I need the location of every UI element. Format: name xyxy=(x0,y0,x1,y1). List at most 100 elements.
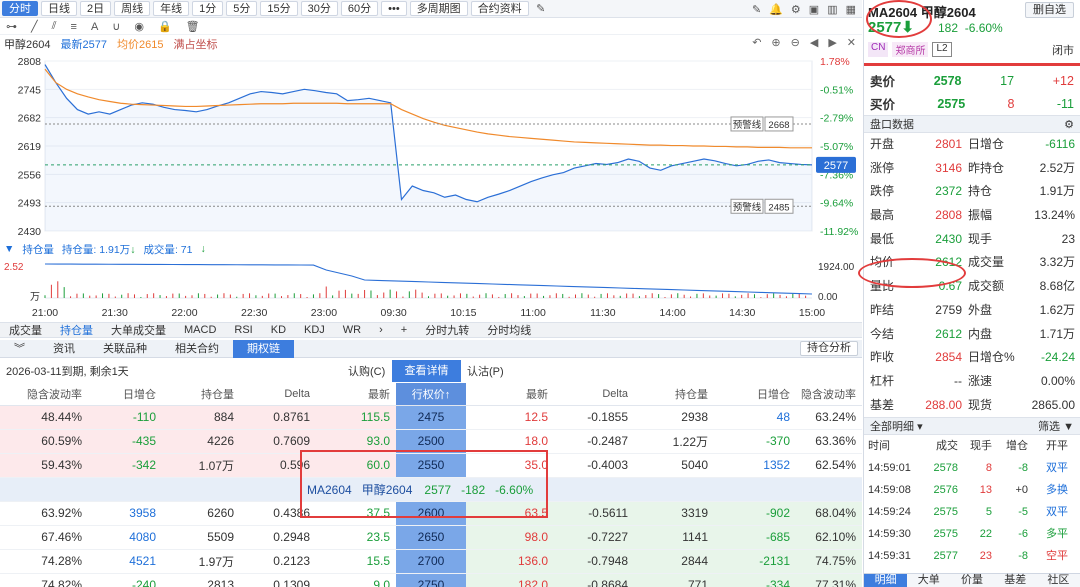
stat-label: 现货 xyxy=(968,397,993,412)
option-col-header[interactable]: 持仓量 xyxy=(162,383,240,406)
current-price-text: 2577 xyxy=(824,160,848,172)
tab-2day[interactable]: 2日 xyxy=(80,1,112,16)
intraday-chart[interactable]: 2808 2745 2682 2619 2556 2493 2430 1.78% -0.51% -… xyxy=(0,52,862,242)
alert-line-value: 2485 xyxy=(768,202,789,213)
alert-label[interactable]: 预警线 2668 xyxy=(730,116,794,132)
next-icon[interactable]: ▶ xyxy=(828,36,836,49)
option-cell: 74.75% xyxy=(796,549,862,574)
option-col-header[interactable]: Delta xyxy=(240,383,316,406)
dropdown-icon[interactable]: ▾ xyxy=(917,421,923,433)
detail-row[interactable]: 14:59:30 2575 22 -6 多平 xyxy=(864,523,1080,545)
tab-community[interactable]: 社区 xyxy=(1037,574,1080,587)
tab-jiuzhuan[interactable]: 分时九转 xyxy=(416,322,478,338)
tab-1min[interactable]: 1分 xyxy=(192,1,224,16)
parallel-tool-icon[interactable]: ⫽ xyxy=(52,20,57,33)
camera-icon[interactable]: ▣ xyxy=(809,3,819,16)
remove-watchlist-button[interactable]: 删自选 xyxy=(1025,2,1074,18)
tab-kd[interactable]: KD xyxy=(262,324,295,336)
layout-icon[interactable]: ▥ xyxy=(827,3,837,16)
tag-cn: CN xyxy=(868,42,889,57)
tab-30min[interactable]: 30分 xyxy=(300,1,338,16)
detail-row[interactable]: 14:59:01 2578 8 -8 双平 xyxy=(864,457,1080,479)
tab-daily[interactable]: 日线 xyxy=(41,1,77,16)
tab-option-chain[interactable]: 期权链 xyxy=(233,339,294,358)
tab-5min[interactable]: 5分 xyxy=(226,1,258,16)
tab-avg-line[interactable]: 分时均线 xyxy=(478,322,540,338)
collapse-icon[interactable]: ▼ xyxy=(4,243,14,255)
tab-60min[interactable]: 60分 xyxy=(340,1,379,16)
option-row[interactable]: 74.82% -240 2813 0.1309 9.0 2750 182.0 -0.8684 7… xyxy=(0,573,862,587)
option-col-header[interactable]: 最新 xyxy=(316,383,396,406)
detail-row[interactable]: 14:59:08 2576 13 +0 多换 xyxy=(864,479,1080,501)
tab-contract-info[interactable]: 合约资料 xyxy=(470,1,529,16)
collapse-panel-icon[interactable]: ︾ xyxy=(0,340,39,358)
tab-basis[interactable]: 基差 xyxy=(994,574,1037,587)
detail-cell: 双平 xyxy=(1046,506,1068,519)
tab-wr[interactable]: WR xyxy=(334,324,370,336)
option-col-header[interactable]: 隐含波动率 xyxy=(0,383,88,406)
tab-yearly[interactable]: 年线 xyxy=(153,1,190,16)
eye-icon[interactable]: ◉ xyxy=(134,20,144,33)
tab-oi[interactable]: 持仓量 xyxy=(51,322,102,338)
zoom-in-icon[interactable]: ⊕ xyxy=(771,36,780,49)
line-tool-icon[interactable]: ⊶ xyxy=(6,20,17,33)
tab-volume[interactable]: 成交量 xyxy=(0,322,51,338)
option-col-header[interactable]: 持仓量 xyxy=(634,383,714,406)
volume-chart[interactable]: 2.52 万 1924.00 0.00 21:00 21:30 22:00 22:30 23:0… xyxy=(0,256,862,322)
tab-fenshi[interactable]: 分时 xyxy=(2,1,38,16)
option-row[interactable]: 74.28% 4521 1.97万 0.2123 15.5 2700 136.0 -0.794… xyxy=(0,549,862,574)
option-col-header[interactable]: Delta xyxy=(554,383,634,406)
tab-rsi[interactable]: RSI xyxy=(225,324,261,336)
gear-icon[interactable]: ⚙ xyxy=(1064,116,1074,134)
alert-label[interactable]: 预警线 2485 xyxy=(730,198,794,214)
position-analysis-button[interactable]: 持仓分析 xyxy=(800,341,858,356)
option-info: 2026-03-11到期, 剩余1天 认购(C) 查看详情 认沽(P) xyxy=(0,360,862,382)
tab-detail[interactable]: 明细 xyxy=(864,574,908,587)
trash-icon[interactable]: 🗑 xyxy=(186,20,200,33)
add-indicator[interactable]: + xyxy=(392,324,416,336)
option-col-header[interactable]: 日增仓 xyxy=(714,383,796,406)
more-indicators[interactable]: › xyxy=(370,324,392,336)
tab-big-order[interactable]: 大单 xyxy=(907,574,950,587)
filter-button[interactable]: 筛选 ▼ xyxy=(1038,418,1074,436)
option-row[interactable]: 48.44% -110 884 0.8761 115.5 2475 12.5 -0.1855 2… xyxy=(0,405,862,430)
tab-related-products[interactable]: 关联品种 xyxy=(89,340,161,358)
prev-icon[interactable]: ◀ xyxy=(810,36,818,49)
tab-big-volume[interactable]: 大单成交量 xyxy=(102,322,175,338)
option-col-header[interactable]: 日增仓 xyxy=(88,383,162,406)
quote-header: MA2604 甲醇2604 删自选 2577⬇ 182 -6.60% CN 郑商… xyxy=(864,0,1080,66)
option-row[interactable]: 67.46% 4080 5509 0.2948 23.5 2650 98.0 -0.7227 1… xyxy=(0,525,862,550)
more-button[interactable]: ••• xyxy=(381,1,407,16)
tab-macd[interactable]: MACD xyxy=(175,324,225,336)
detail-row[interactable]: 14:59:31 2577 23 -8 空平 xyxy=(864,545,1080,567)
tab-15min[interactable]: 15分 xyxy=(260,1,298,16)
text-tool-icon[interactable]: A xyxy=(91,21,98,33)
tab-price-vol[interactable]: 价量 xyxy=(950,574,993,587)
zoom-out-icon[interactable]: ⊖ xyxy=(791,36,800,49)
tab-weekly[interactable]: 周线 xyxy=(114,1,151,16)
detail-row[interactable]: 14:59:24 2575 5 -5 双平 xyxy=(864,501,1080,523)
detail-cell: 14:59:01 xyxy=(868,462,911,475)
grid-icon[interactable]: ▦ xyxy=(846,3,856,16)
option-col-header[interactable]: 行权价↑ xyxy=(396,383,466,406)
fib-tool-icon[interactable]: ≡ xyxy=(71,21,77,33)
tab-related-contracts[interactable]: 相关合约 xyxy=(161,340,233,358)
option-col-header[interactable]: 隐含波动率 xyxy=(796,383,862,406)
stat-value: 2865.00 xyxy=(1031,397,1075,412)
option-cell: 1.97万 xyxy=(162,549,240,574)
view-detail-button[interactable]: 查看详情 xyxy=(392,360,461,382)
tab-multi-period[interactable]: 多周期图 xyxy=(409,1,468,16)
brush-icon[interactable]: ✎ xyxy=(752,3,761,16)
oi-value: 1.91万 xyxy=(99,243,131,256)
pen-icon[interactable]: ✎ xyxy=(532,2,550,15)
tab-kdj[interactable]: KDJ xyxy=(295,324,334,336)
close-icon[interactable]: ✕ xyxy=(847,36,856,49)
tab-news[interactable]: 资讯 xyxy=(39,340,89,358)
undo-icon[interactable]: ↶ xyxy=(752,36,761,49)
settings-icon[interactable]: ⚙ xyxy=(791,3,801,16)
magnet-icon[interactable]: ∪ xyxy=(112,20,120,33)
ray-tool-icon[interactable]: ╱ xyxy=(31,20,38,33)
option-col-header[interactable]: 最新 xyxy=(466,383,554,406)
bell-icon[interactable]: 🔔 xyxy=(769,3,783,16)
lock-icon[interactable]: 🔒 xyxy=(158,20,172,33)
